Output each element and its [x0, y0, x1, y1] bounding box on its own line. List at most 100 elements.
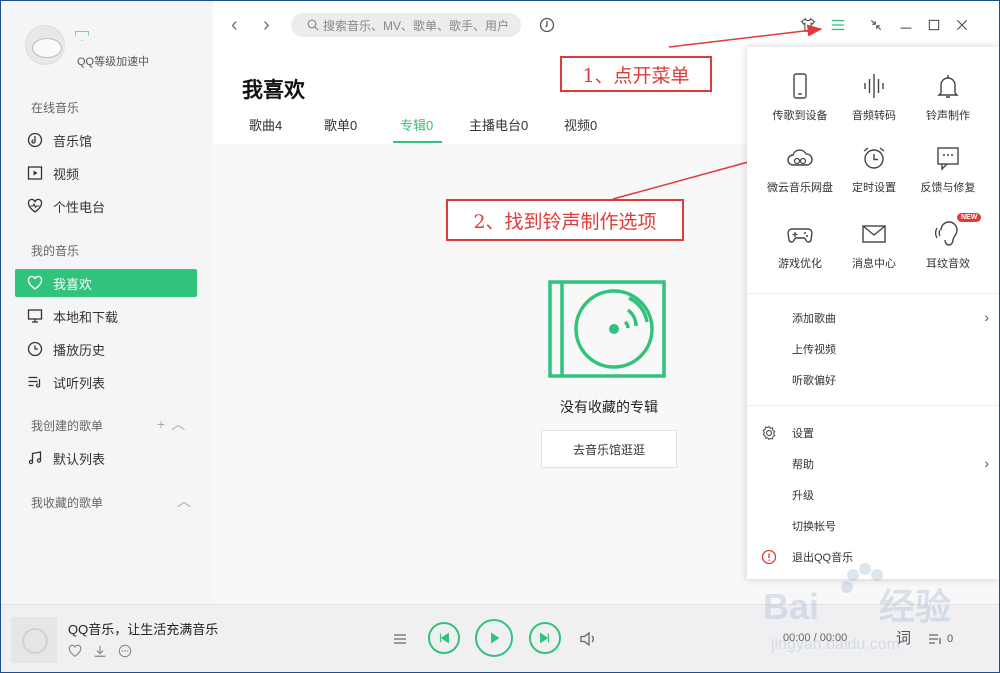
- menu-item-help[interactable]: 帮助 ›: [747, 451, 999, 477]
- menu-item-message-center[interactable]: 消息中心: [835, 219, 913, 271]
- section-online-music: 在线音乐: [31, 101, 80, 115]
- menu-item-audio-transcode[interactable]: 音频转码: [835, 71, 913, 123]
- playlist-queue-icon[interactable]: [927, 631, 943, 647]
- video-icon: [27, 165, 43, 181]
- menu-item-transfer-to-device[interactable]: 传歌到设备: [761, 71, 839, 123]
- menu-item-ear-sound[interactable]: 耳纹音效: [909, 219, 987, 271]
- album-cover[interactable]: [11, 617, 57, 663]
- player-bar: QQ音乐，让生活充满音乐 00:00 / 00:00 词 0: [1, 604, 999, 672]
- lyrics-toggle[interactable]: 词: [896, 627, 911, 648]
- menu-item-upload-video[interactable]: 上传视频: [747, 336, 999, 362]
- mini-mode-icon[interactable]: [867, 16, 885, 34]
- song-title: QQ音乐，让生活充满音乐: [68, 622, 219, 637]
- menu-item-game-optimize[interactable]: 游戏优化: [761, 219, 839, 271]
- skin-shirt-icon[interactable]: [799, 16, 817, 34]
- back-arrow-icon[interactable]: ‹: [231, 14, 238, 36]
- skip-next-icon: [540, 632, 550, 644]
- gear-icon: [762, 425, 776, 441]
- menu-item-add-songs[interactable]: 添加歌曲 ›: [747, 305, 999, 331]
- music-hall-icon: [27, 132, 43, 148]
- download-icon[interactable]: [93, 644, 107, 658]
- volume-icon[interactable]: [579, 630, 597, 648]
- chevron-right-icon: ›: [984, 309, 989, 325]
- collapse-chevron-icon[interactable]: ︿: [177, 493, 197, 509]
- sidebar-item-history[interactable]: 播放历史: [15, 335, 197, 363]
- menu-item-upgrade[interactable]: 升级: [747, 482, 999, 508]
- page-title: 我喜欢: [242, 79, 305, 102]
- qq-music-window: QQ等级加速中 在线音乐 音乐馆 视频 个性电台 我的音乐 我喜欢 本地和下载 …: [0, 0, 1000, 673]
- sidebar-item-music-hall[interactable]: 音乐馆: [15, 126, 197, 154]
- collapse-chevron-icon[interactable]: ︿: [171, 416, 191, 432]
- sidebar-item-video[interactable]: 视频: [15, 159, 197, 187]
- sidebar: QQ等级加速中 在线音乐 音乐馆 视频 个性电台 我的音乐 我喜欢 本地和下载 …: [1, 1, 213, 604]
- play-order-icon[interactable]: [392, 631, 408, 647]
- main-menu-dropdown: 传歌到设备 音频转码 铃声制作 微云音乐网盘 定时设置 反馈与修复 游戏优化 消…: [747, 47, 999, 579]
- gamepad-icon: [785, 219, 815, 249]
- play-time: 00:00 / 00:00: [783, 632, 848, 644]
- new-badge: NEW: [957, 213, 982, 222]
- divider: [747, 405, 999, 406]
- sidebar-item-label: 视频: [53, 166, 80, 182]
- sidebar-item-trial-list[interactable]: 试听列表: [15, 368, 197, 396]
- previous-button[interactable]: [428, 622, 460, 654]
- menu-item-settings[interactable]: 设置: [747, 420, 999, 446]
- cloud-icon: [785, 143, 815, 173]
- like-heart-icon[interactable]: [68, 644, 82, 658]
- sidebar-item-label: 音乐馆: [53, 133, 93, 149]
- menu-item-timer[interactable]: 定时设置: [835, 143, 913, 195]
- playlist-icon: [27, 374, 43, 390]
- menu-item-feedback[interactable]: 反馈与修复: [909, 143, 987, 195]
- section-collected-playlists: 我收藏的歌单: [31, 496, 104, 510]
- divider: [747, 293, 999, 294]
- playlist-count: 0: [947, 633, 954, 645]
- play-button[interactable]: [475, 619, 513, 657]
- phone-icon: [785, 71, 815, 101]
- listen-recognize-icon[interactable]: [539, 17, 555, 33]
- main-menu-icon[interactable]: [829, 16, 847, 34]
- sidebar-item-radio[interactable]: 个性电台: [15, 192, 197, 220]
- sidebar-item-label: 个性电台: [53, 199, 106, 215]
- tab-albums[interactable]: 专辑0: [400, 115, 433, 134]
- add-playlist-icon[interactable]: +: [157, 416, 171, 432]
- waveform-icon: [859, 71, 889, 101]
- search-input[interactable]: 搜索音乐、MV、歌单、歌手、用户: [291, 13, 521, 37]
- section-created-playlists: 我创建的歌单: [31, 419, 104, 433]
- album-disc-icon: [548, 280, 666, 378]
- sidebar-item-favorites[interactable]: 我喜欢: [15, 269, 197, 297]
- next-button[interactable]: [529, 622, 561, 654]
- menu-item-listening-preference[interactable]: 听歌偏好: [747, 367, 999, 393]
- tab-playlists[interactable]: 歌单0: [324, 115, 357, 134]
- alarm-clock-icon: [859, 143, 889, 173]
- maximize-icon[interactable]: [925, 16, 943, 34]
- play-icon: [491, 632, 500, 644]
- menu-item-ringtone-maker[interactable]: 铃声制作: [909, 71, 987, 123]
- sidebar-item-local-download[interactable]: 本地和下载: [15, 302, 197, 330]
- sidebar-item-default-list[interactable]: 默认列表: [15, 444, 197, 472]
- sidebar-item-label: 本地和下载: [53, 309, 119, 325]
- menu-item-switch-account[interactable]: 切换帐号: [747, 513, 999, 539]
- ear-icon: [933, 219, 963, 249]
- vip-diamond-icon[interactable]: [75, 31, 89, 41]
- go-music-hall-button[interactable]: 去音乐馆逛逛: [541, 430, 677, 468]
- user-profile[interactable]: [25, 25, 65, 65]
- tab-videos[interactable]: 视频0: [564, 115, 597, 134]
- avatar[interactable]: [25, 25, 65, 65]
- exit-alert-icon: [761, 549, 777, 565]
- heart-pulse-icon: [27, 198, 43, 214]
- chevron-right-icon: ›: [984, 455, 989, 471]
- monitor-icon: [27, 308, 43, 324]
- menu-item-weiyun-drive[interactable]: 微云音乐网盘: [761, 143, 839, 195]
- heart-icon: [27, 275, 43, 291]
- user-status: QQ等级加速中: [77, 56, 150, 68]
- tab-radio[interactable]: 主播电台0: [469, 115, 528, 134]
- skip-previous-icon: [439, 632, 449, 644]
- search-placeholder: 搜索音乐、MV、歌单、歌手、用户: [323, 18, 510, 33]
- tab-songs[interactable]: 歌曲4: [249, 115, 282, 134]
- annotation-step-2: 2、找到铃声制作选项: [446, 199, 684, 241]
- close-icon[interactable]: [953, 16, 971, 34]
- annotation-step-1: 1、点开菜单: [560, 56, 712, 92]
- more-options-icon[interactable]: [118, 644, 132, 658]
- minimize-icon[interactable]: [897, 16, 915, 34]
- forward-arrow-icon[interactable]: ›: [263, 14, 270, 36]
- menu-item-quit[interactable]: 退出QQ音乐: [747, 544, 999, 570]
